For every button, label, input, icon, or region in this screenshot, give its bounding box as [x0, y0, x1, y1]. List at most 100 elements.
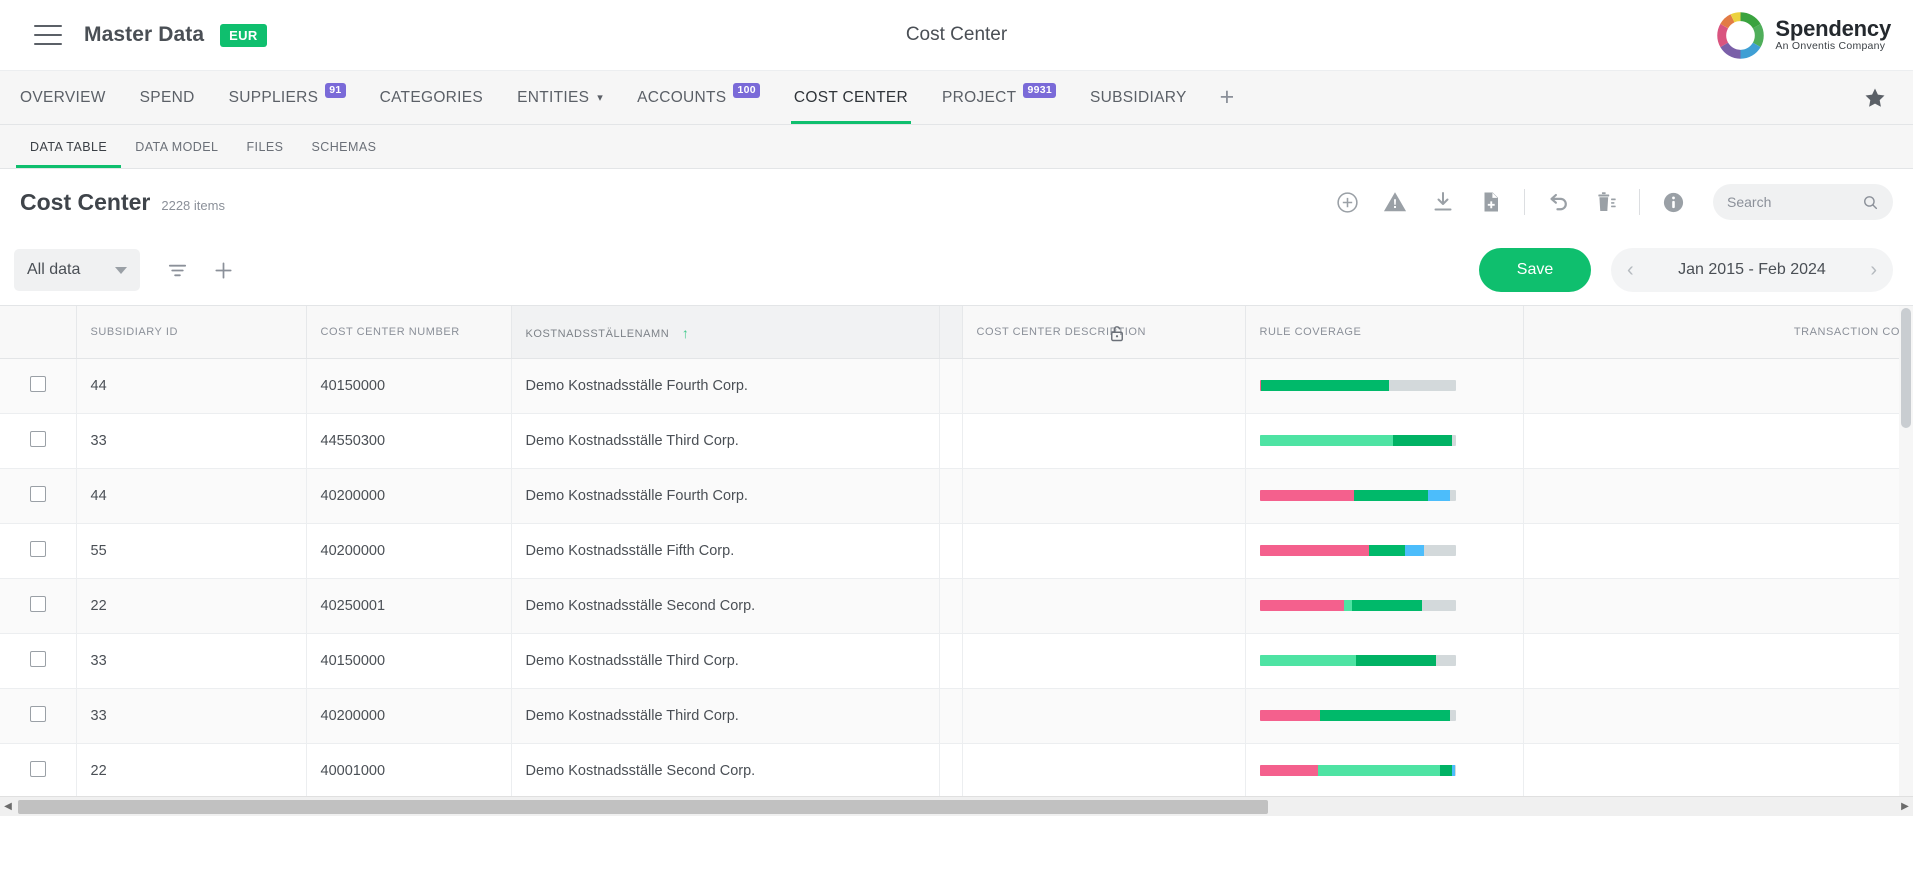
view-selector-dropdown[interactable]: All data — [14, 249, 140, 291]
horizontal-scrollbar-thumb[interactable] — [18, 800, 1268, 814]
nav-item-project[interactable]: PROJECT 9931 — [925, 71, 1073, 124]
row-select-cell[interactable] — [0, 413, 76, 468]
hamburger-icon[interactable] — [34, 25, 62, 45]
cell-cost-center-number[interactable]: 40150000 — [306, 358, 511, 413]
cell-transaction-count[interactable] — [1523, 358, 1913, 413]
cell-rule-coverage[interactable] — [1245, 523, 1523, 578]
row-checkbox[interactable] — [30, 376, 46, 392]
cell-subsidiary-id[interactable]: 33 — [76, 633, 306, 688]
nav-item-entities[interactable]: ENTITIES ▾ — [500, 71, 620, 124]
cell-subsidiary-id[interactable]: 44 — [76, 468, 306, 523]
cell-rule-coverage[interactable] — [1245, 633, 1523, 688]
cell-rule-coverage[interactable] — [1245, 468, 1523, 523]
table-row[interactable]: 3340200000Demo Kostnadsställe Third Corp… — [0, 688, 1913, 743]
filter-button[interactable] — [154, 249, 200, 291]
table-row[interactable]: 2240001000Demo Kostnadsställe Second Cor… — [0, 743, 1913, 798]
vertical-scrollbar-thumb[interactable] — [1901, 308, 1911, 428]
cell-cost-center-description[interactable] — [962, 413, 1245, 468]
scroll-right-arrow[interactable]: ▶ — [1897, 801, 1913, 812]
favorite-star-icon[interactable] — [1863, 71, 1913, 124]
column-header-cost-center-number[interactable]: COST CENTER NUMBER — [306, 306, 511, 358]
cell-transaction-count[interactable] — [1523, 688, 1913, 743]
cell-cost-center-description[interactable] — [962, 743, 1245, 798]
cell-transaction-count[interactable] — [1523, 413, 1913, 468]
cell-transaction-count[interactable] — [1523, 743, 1913, 798]
row-checkbox[interactable] — [30, 761, 46, 777]
row-select-cell[interactable] — [0, 523, 76, 578]
add-tab-button[interactable]: + — [1204, 71, 1251, 124]
chevron-right-icon[interactable]: › — [1870, 259, 1877, 282]
row-select-cell[interactable] — [0, 688, 76, 743]
cell-cost-center-number[interactable]: 40001000 — [306, 743, 511, 798]
cell-subsidiary-id[interactable]: 44 — [76, 358, 306, 413]
row-checkbox[interactable] — [30, 596, 46, 612]
cell-cost-center-description[interactable] — [962, 633, 1245, 688]
cell-transaction-count[interactable] — [1523, 523, 1913, 578]
row-select-cell[interactable] — [0, 468, 76, 523]
add-filter-button[interactable] — [200, 249, 246, 291]
warnings-button[interactable] — [1371, 180, 1419, 224]
cell-transaction-count[interactable] — [1523, 633, 1913, 688]
info-button[interactable] — [1649, 180, 1697, 224]
row-checkbox[interactable] — [30, 706, 46, 722]
scroll-left-arrow[interactable]: ◀ — [0, 801, 16, 812]
cell-kostnadsstallenamn[interactable]: Demo Kostnadsställe Third Corp. — [511, 413, 939, 468]
row-select-cell[interactable] — [0, 743, 76, 798]
cell-cost-center-number[interactable]: 44550300 — [306, 413, 511, 468]
undo-button[interactable] — [1534, 180, 1582, 224]
nav-item-overview[interactable]: OVERVIEW — [0, 71, 123, 124]
table-row[interactable]: 5540200000Demo Kostnadsställe Fifth Corp… — [0, 523, 1913, 578]
cell-kostnadsstallenamn[interactable]: Demo Kostnadsställe Fourth Corp. — [511, 468, 939, 523]
add-row-button[interactable] — [1323, 180, 1371, 224]
nav-item-subsidiary[interactable]: SUBSIDIARY — [1073, 71, 1204, 124]
unlock-icon[interactable] — [1108, 323, 1126, 343]
horizontal-scrollbar[interactable]: ◀ ▶ — [0, 796, 1913, 816]
add-file-button[interactable] — [1467, 180, 1515, 224]
tab-files[interactable]: FILES — [232, 125, 297, 168]
tab-schemas[interactable]: SCHEMAS — [297, 125, 390, 168]
column-header-transaction-count[interactable]: TRANSACTION COU — [1523, 306, 1913, 358]
save-button[interactable]: Save — [1479, 248, 1591, 292]
cell-cost-center-description[interactable] — [962, 358, 1245, 413]
cell-cost-center-number[interactable]: 40200000 — [306, 688, 511, 743]
cell-subsidiary-id[interactable]: 22 — [76, 743, 306, 798]
cell-cost-center-description[interactable] — [962, 578, 1245, 633]
cell-subsidiary-id[interactable]: 22 — [76, 578, 306, 633]
row-select-cell[interactable] — [0, 633, 76, 688]
tab-data-table[interactable]: DATA TABLE — [16, 125, 121, 168]
nav-item-cost-center[interactable]: COST CENTER — [777, 71, 925, 124]
cell-cost-center-description[interactable] — [962, 688, 1245, 743]
cell-cost-center-number[interactable]: 40250001 — [306, 578, 511, 633]
cell-cost-center-number[interactable]: 40200000 — [306, 468, 511, 523]
table-row[interactable]: 3344550300Demo Kostnadsställe Third Corp… — [0, 413, 1913, 468]
cell-rule-coverage[interactable] — [1245, 413, 1523, 468]
cell-kostnadsstallenamn[interactable]: Demo Kostnadsställe Second Corp. — [511, 743, 939, 798]
cell-kostnadsstallenamn[interactable]: Demo Kostnadsställe Fifth Corp. — [511, 523, 939, 578]
nav-item-suppliers[interactable]: SUPPLIERS 91 — [212, 71, 363, 124]
cell-cost-center-description[interactable] — [962, 468, 1245, 523]
cell-cost-center-number[interactable]: 40200000 — [306, 523, 511, 578]
nav-item-spend[interactable]: SPEND — [123, 71, 212, 124]
cell-transaction-count[interactable] — [1523, 468, 1913, 523]
cell-rule-coverage[interactable] — [1245, 688, 1523, 743]
row-checkbox[interactable] — [30, 651, 46, 667]
cell-kostnadsstallenamn[interactable]: Demo Kostnadsställe Fourth Corp. — [511, 358, 939, 413]
row-checkbox[interactable] — [30, 486, 46, 502]
table-row[interactable]: 4440150000Demo Kostnadsställe Fourth Cor… — [0, 358, 1913, 413]
search-box[interactable] — [1713, 184, 1893, 220]
cell-rule-coverage[interactable] — [1245, 358, 1523, 413]
download-button[interactable] — [1419, 180, 1467, 224]
row-select-cell[interactable] — [0, 578, 76, 633]
row-select-cell[interactable] — [0, 358, 76, 413]
cell-transaction-count[interactable] — [1523, 578, 1913, 633]
cell-rule-coverage[interactable] — [1245, 743, 1523, 798]
column-header-subsidiary-id[interactable]: SUBSIDIARY ID — [76, 306, 306, 358]
nav-item-categories[interactable]: CATEGORIES — [363, 71, 500, 124]
search-input[interactable] — [1727, 194, 1862, 210]
cell-cost-center-description[interactable] — [962, 523, 1245, 578]
tab-data-model[interactable]: DATA MODEL — [121, 125, 232, 168]
cell-kostnadsstallenamn[interactable]: Demo Kostnadsställe Third Corp. — [511, 633, 939, 688]
horizontal-scrollbar-track[interactable] — [16, 800, 1897, 814]
delete-rows-button[interactable] — [1582, 180, 1630, 224]
nav-item-accounts[interactable]: ACCOUNTS 100 — [620, 71, 777, 124]
